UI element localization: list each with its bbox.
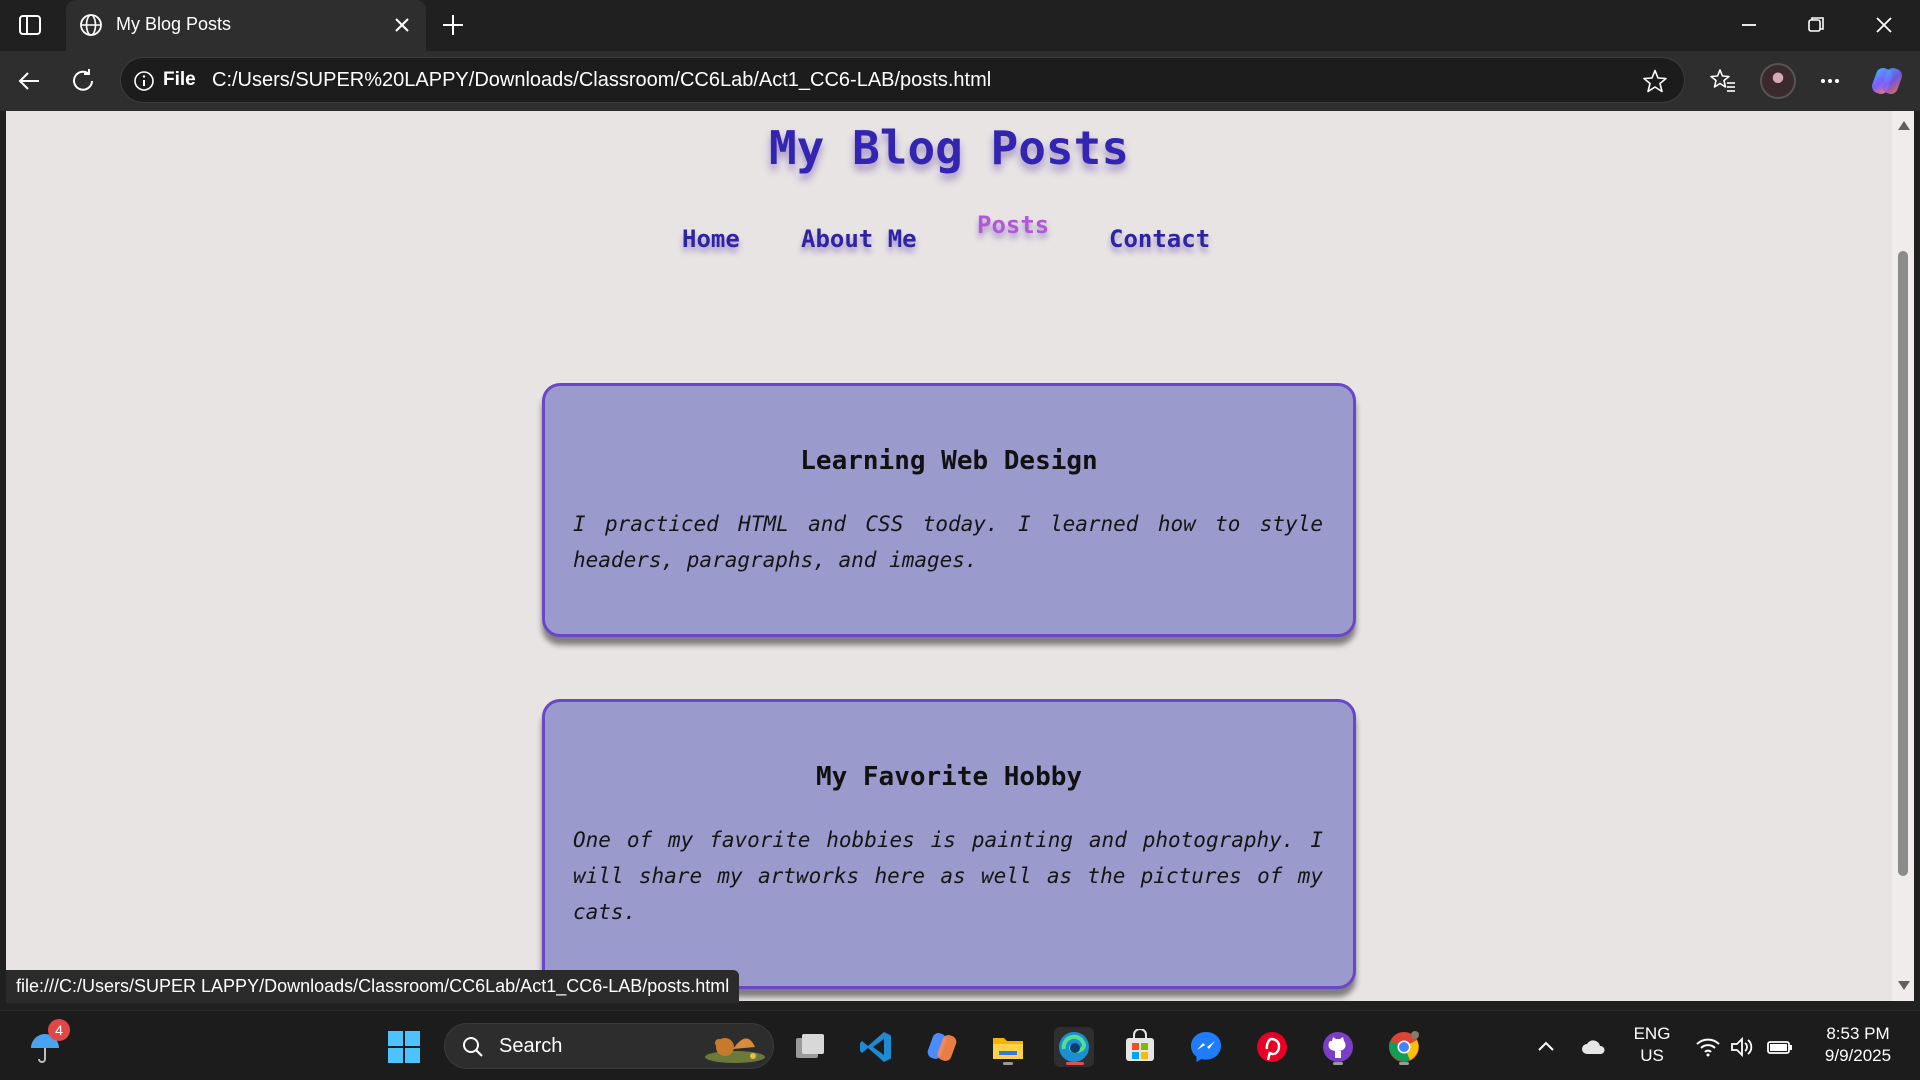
clock-time: 8:53 PM (1826, 1024, 1890, 1043)
pinterest-icon[interactable] (1252, 1027, 1292, 1067)
profile-avatar[interactable] (1760, 63, 1796, 99)
post-card: My Favorite Hobby One of my favorite hob… (542, 699, 1356, 989)
page-heading: My Blog Posts (768, 121, 1130, 175)
browser-toolbar: File C:/Users/SUPER%20LAPPY/Downloads/Cl… (0, 51, 1920, 111)
reload-icon[interactable] (68, 66, 98, 96)
globe-icon (78, 12, 104, 38)
nav-about-link[interactable]: About Me (801, 225, 917, 253)
volume-icon[interactable] (1722, 1027, 1762, 1067)
copilot-icon[interactable] (1870, 64, 1904, 98)
restore-icon[interactable] (1802, 12, 1830, 38)
favorites-icon[interactable] (1708, 66, 1738, 96)
scroll-thumb[interactable] (1898, 251, 1908, 876)
language-indicator[interactable]: ENG US (1626, 1023, 1678, 1067)
microsoft-store-icon[interactable] (1120, 1027, 1160, 1067)
site-info-icon[interactable] (133, 70, 155, 92)
onedrive-cloud-icon[interactable] (1574, 1027, 1614, 1067)
clock-date: 9/9/2025 (1824, 1046, 1892, 1065)
address-bar[interactable]: File C:/Users/SUPER%20LAPPY/Downloads/Cl… (120, 57, 1685, 103)
post-card: Learning Web Design I practiced HTML and… (542, 383, 1356, 637)
new-tab-icon[interactable] (438, 10, 468, 40)
link-status-bubble: file:///C:/Users/SUPER LAPPY/Downloads/C… (6, 970, 740, 1003)
post-body: One of my favorite hobbies is painting a… (573, 828, 1323, 924)
clock[interactable]: 8:53 PM 9/9/2025 (1810, 1023, 1906, 1067)
language-code: ENG (1633, 1024, 1671, 1043)
window-close-icon[interactable] (1870, 12, 1898, 38)
running-indicator (1333, 1062, 1343, 1065)
back-arrow-icon[interactable] (14, 66, 44, 96)
minimize-icon[interactable] (1735, 12, 1763, 38)
battery-icon[interactable] (1760, 1027, 1800, 1067)
running-indicator (1003, 1062, 1013, 1065)
taskbar: 4 Search ENG US 8:53 PM 9/9/2025 (0, 1010, 1920, 1080)
github-icon[interactable] (1318, 1027, 1358, 1067)
file-explorer-icon[interactable] (988, 1027, 1028, 1067)
favorite-star-icon[interactable] (1642, 68, 1668, 94)
nav-contact-link[interactable]: Contact (1109, 225, 1210, 253)
task-view-icon[interactable] (790, 1027, 830, 1067)
nav-posts-link[interactable]: Posts (977, 211, 1049, 239)
edge-icon[interactable] (1054, 1027, 1094, 1067)
browser-tab[interactable]: My Blog Posts (66, 0, 426, 51)
vscode-icon[interactable] (856, 1027, 896, 1067)
nav-home-link[interactable]: Home (682, 225, 740, 253)
page-viewport: My Blog Posts Home About Me Posts Contac… (6, 111, 1892, 1001)
window-edge (1914, 111, 1920, 1001)
region-code: US (1640, 1046, 1664, 1065)
sidebar-toggle-icon[interactable] (16, 12, 44, 38)
running-indicator (1399, 1062, 1409, 1065)
taskbar-search[interactable]: Search (444, 1023, 774, 1069)
search-icon (461, 1035, 485, 1059)
vertical-scrollbar[interactable] (1892, 111, 1914, 1001)
title-bar: My Blog Posts (0, 0, 1920, 51)
close-tab-icon[interactable] (390, 13, 414, 37)
search-label: Search (499, 1035, 563, 1057)
post-body: I practiced HTML and CSS today. I learne… (573, 512, 1323, 572)
messenger-icon[interactable] (1186, 1027, 1226, 1067)
tab-title: My Blog Posts (116, 14, 232, 34)
post-title: My Favorite Hobby (815, 762, 1083, 792)
post-title: Learning Web Design (800, 446, 1098, 476)
chrome-icon[interactable] (1384, 1027, 1424, 1067)
url-text[interactable]: C:/Users/SUPER%20LAPPY/Downloads/Classro… (212, 69, 991, 92)
notification-badge: 4 (48, 1019, 70, 1041)
scroll-up-arrow-icon[interactable] (1898, 121, 1910, 130)
active-indicator (1066, 1062, 1084, 1065)
copilot-app-icon[interactable] (922, 1027, 962, 1067)
more-options-icon[interactable] (1815, 66, 1845, 96)
start-windows-icon[interactable] (384, 1027, 424, 1067)
file-scheme-label: File (163, 69, 196, 90)
chevron-up-icon[interactable] (1526, 1027, 1566, 1067)
search-highlight-squirrel-icon (695, 1029, 769, 1065)
scroll-down-arrow-icon[interactable] (1898, 981, 1910, 990)
